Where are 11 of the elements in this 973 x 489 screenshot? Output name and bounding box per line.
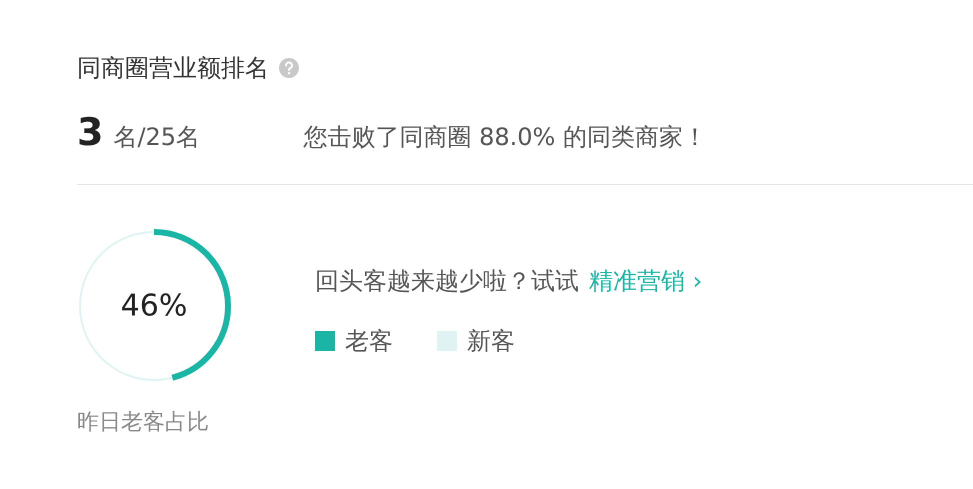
- ring-caption: 昨日老客占比: [77, 409, 209, 437]
- rank-total: 名/25名: [113, 122, 202, 153]
- rank-number: 3: [77, 110, 104, 154]
- marketing-link[interactable]: 精准营销 ›: [589, 265, 702, 297]
- legend-label: 新客: [467, 326, 515, 357]
- summary-text: 您击败了同商圈 88.0% 的同类商家！: [303, 122, 707, 153]
- legend-label: 老客: [345, 326, 393, 357]
- percent-value: 46%: [120, 288, 188, 324]
- help-icon[interactable]: [279, 58, 299, 78]
- prompt-text: 回头客越来越少啦？试试: [315, 266, 579, 297]
- section-title: 同商圈营业额排名: [77, 53, 269, 84]
